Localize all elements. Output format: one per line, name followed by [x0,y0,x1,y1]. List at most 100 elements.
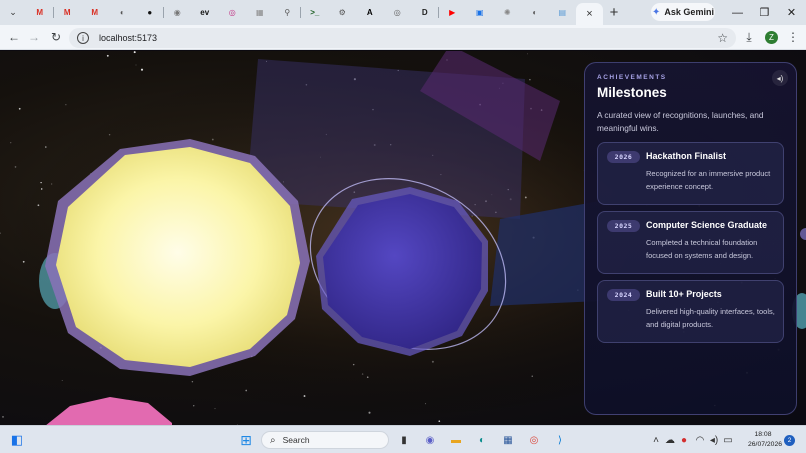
milestone-year: 2026 [607,151,640,163]
edge-icon[interactable]: ◐ [474,432,490,448]
pinned-tab[interactable]: ◐ [109,0,137,25]
file-explorer-icon[interactable]: ▬ [448,432,464,448]
milestone-card[interactable]: 2024 Built 10+ Projects Delivered high-q… [597,280,784,343]
panel-title: Milestones [597,85,667,100]
restore-button[interactable]: ❐ [751,0,778,25]
restore-icon: ❐ [759,7,770,19]
url-text: localhost:5173 [99,33,158,43]
instagram-icon: ◎ [228,8,236,17]
pinned-tab[interactable]: ▦ [246,0,274,25]
pinned-tab[interactable]: A [356,0,384,25]
pinned-tab[interactable]: D [411,0,439,25]
d-icon: D [421,8,428,17]
pinned-tab[interactable]: ◎ [219,0,247,25]
profile-avatar[interactable]: Z [765,31,778,44]
search-placeholder: Search [282,435,310,445]
grid-icon: ▦ [255,8,264,17]
pinned-tab[interactable]: ⚙ [329,0,357,25]
settings-icon: ⚙ [338,8,346,17]
tab-search-button[interactable]: ⌄ [3,3,23,23]
pinned-tab[interactable]: ◐ [521,0,549,25]
sound-toggle-button[interactable]: ◂) [772,70,788,86]
terminal-icon: >_ [310,8,320,17]
back-button[interactable]: ← [4,27,24,47]
globe-icon: ◐ [532,8,538,17]
notification-badge[interactable]: 2 [784,435,795,446]
milestone-description: Delivered high-quality interfaces, tools… [646,307,775,329]
milestone-description: Recognized for an immersive product expe… [646,169,771,191]
arrow-right-icon: → [28,30,40,44]
reload-button[interactable]: ↻ [46,27,66,47]
pinned-tab[interactable]: >_ [301,0,329,25]
milestone-card[interactable]: 2025 Computer Science Graduate Completed… [597,211,784,274]
site-info-icon[interactable]: i [77,32,89,44]
downloads-button[interactable]: ⤓ [739,27,759,47]
windows-taskbar: ◧ ⊞ ⌕ Search ▮ ◉ ▬ ◐ ▦ ◎ ⟩ ˄ ☁ ● ◠ ◂) ▭ … [0,425,806,453]
active-tab[interactable]: × [576,3,603,25]
new-tab-button[interactable]: + [603,2,625,24]
chevron-down-icon: ⌄ [9,7,17,17]
bookmark-star-icon[interactable]: ☆ [717,31,728,45]
ev-icon: ev [200,8,210,17]
pinned-tab[interactable]: ◉ [164,0,192,25]
gmail-icon: M [36,8,44,17]
milestone-year: 2025 [607,220,640,232]
pinned-tab[interactable]: ev [191,0,219,25]
widgets-icon[interactable]: ◧ [9,432,25,448]
minimize-button[interactable]: — [724,0,751,25]
lens-icon: ◎ [393,8,401,17]
browser-toolbar: ← → ↻ i localhost:5173 ☆ ⤓ Z ⋮ [0,25,806,50]
search-icon: ⌕ [270,434,276,446]
milestone-title: Hackathon Finalist [646,151,727,161]
forward-button[interactable]: → [24,27,44,47]
gmail-icon: M [91,8,99,17]
pinned-tab[interactable]: ▤ [549,0,577,25]
pinned-tab[interactable]: ⚲ [274,0,302,25]
pinned-tab[interactable]: ▣ [466,0,494,25]
pinned-tabs: M M M ◐ ● ◉ ev ◎ ▦ ⚲ >_ ⚙ A ◎ D ▶ ▣ ✺ ◐ ▤ [26,0,576,25]
youtube-icon: ▶ [449,8,456,17]
chrome-icon[interactable]: ◎ [526,432,542,448]
close-icon[interactable]: × [586,8,592,20]
taskbar-clock[interactable]: 18:08 26/07/2026 [748,430,783,450]
task-view-icon[interactable]: ▮ [396,432,412,448]
sun-icon: ✺ [503,8,511,17]
vscode-icon[interactable]: ⟩ [552,432,568,448]
menu-button[interactable]: ⋮ [783,27,803,47]
security-icon[interactable]: ● [676,432,692,448]
pinned-tab[interactable]: ▶ [439,0,467,25]
pinned-tab[interactable]: M [54,0,82,25]
board-icon: ▤ [558,8,567,17]
milestone-title: Computer Science Graduate [646,220,768,230]
globe-icon: ◐ [119,8,125,17]
panel-eyebrow: ACHIEVEMENTS [597,74,667,81]
figma-icon: ▣ [475,8,484,17]
close-window-button[interactable]: ✕ [778,0,805,25]
ask-gemini-label: Ask Gemini [664,7,714,17]
tab-strip: ⌄ M M M ◐ ● ◉ ev ◎ ▦ ⚲ >_ ⚙ A ◎ D ▶ ▣ ✺ ◐ ▤ × + ✦ Ask Gemin… [0,0,806,25]
milestone-description: Completed a technical foundation focused… [646,238,758,260]
taskbar-search[interactable]: ⌕ Search [261,431,389,449]
reload-icon: ↻ [50,30,62,44]
gemini-sparkle-icon: ✦ [652,6,661,18]
github-icon: ● [147,8,153,17]
pinned-tab[interactable]: M [26,0,54,25]
download-icon: ⤓ [746,29,752,44]
teams-chat-icon[interactable]: ◉ [422,432,438,448]
milestone-card[interactable]: 2026 Hackathon Finalist Recognized for a… [597,142,784,205]
panel-description: A curated view of recognitions, launches… [597,110,764,133]
speaker-icon: ◂) [776,73,784,83]
windows-start-icon[interactable]: ⊞ [238,432,254,448]
ask-gemini-button[interactable]: ✦ Ask Gemini [651,3,715,21]
clock-date: 26/07/2026 [748,441,783,448]
pinned-tab[interactable]: ● [136,0,164,25]
battery-icon[interactable]: ▭ [720,432,736,448]
store-icon[interactable]: ▦ [500,432,516,448]
pinned-tab[interactable]: M [81,0,109,25]
more-vertical-icon: ⋮ [787,30,799,44]
pinned-tab[interactable]: ✺ [494,0,522,25]
pinned-tab[interactable]: ◎ [384,0,412,25]
address-bar[interactable]: i localhost:5173 ☆ [69,28,736,48]
clock-time: 18:08 [754,431,772,438]
circle-a-icon: A [366,8,373,17]
